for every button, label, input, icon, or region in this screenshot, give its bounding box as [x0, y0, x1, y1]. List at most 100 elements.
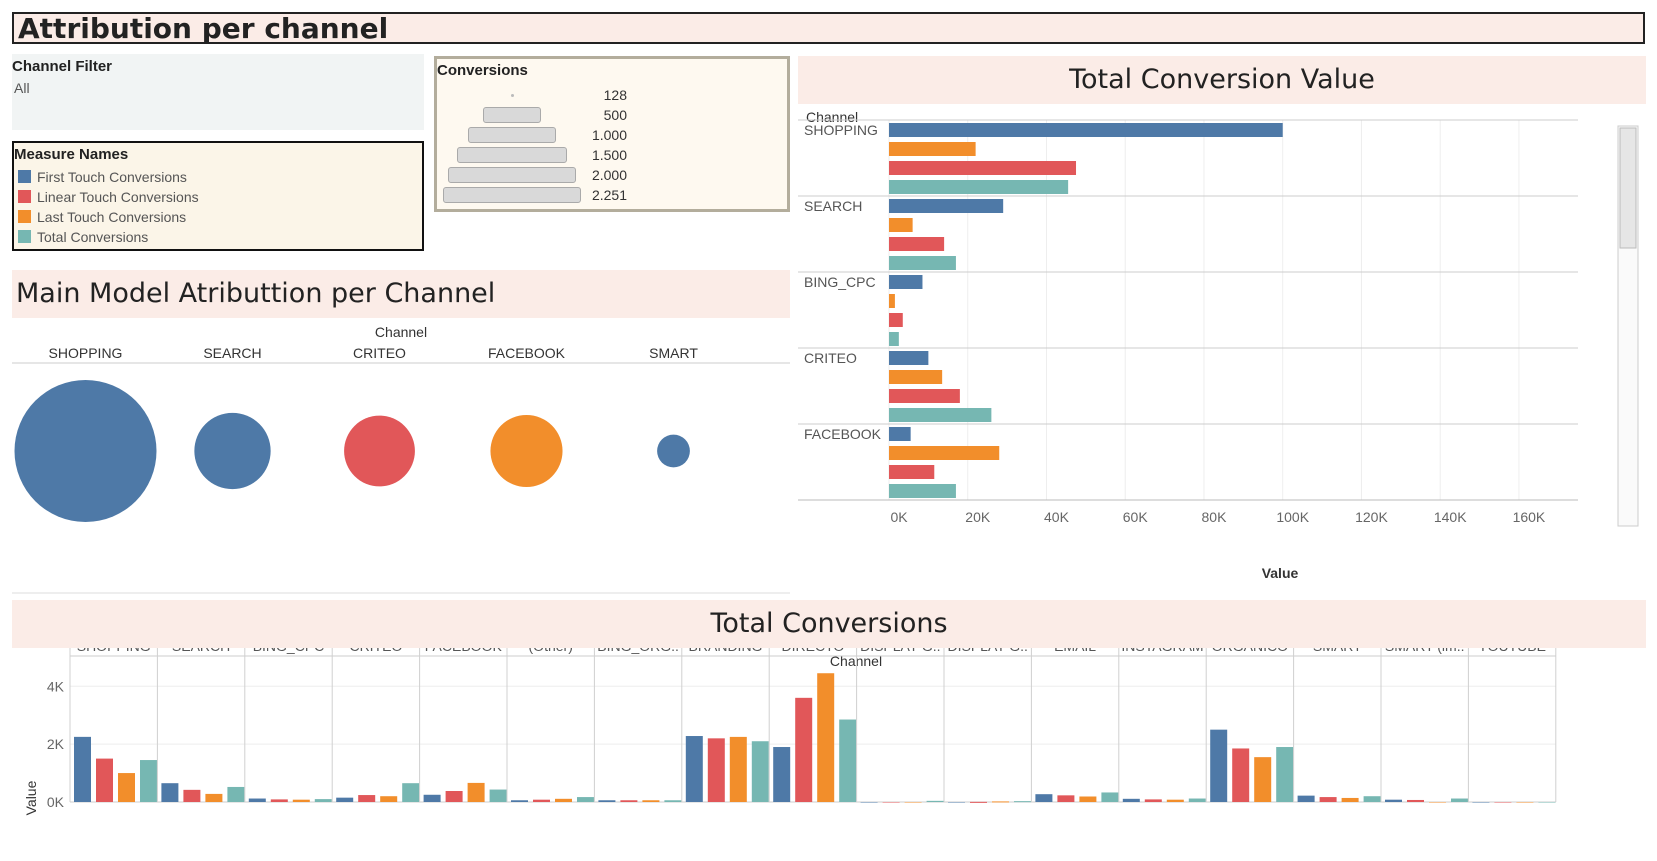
- tc-bar[interactable]: [598, 800, 616, 802]
- tc-bar[interactable]: [358, 795, 376, 802]
- tc-bar[interactable]: [926, 800, 944, 802]
- tc-bar[interactable]: [118, 773, 135, 802]
- tc-bar[interactable]: [839, 719, 857, 802]
- tc-bar[interactable]: [707, 738, 725, 802]
- tc-bar[interactable]: [620, 800, 638, 802]
- tc-bar[interactable]: [642, 800, 660, 802]
- tcv-bar[interactable]: [889, 408, 992, 422]
- tcv-bar[interactable]: [889, 351, 929, 365]
- tc-bar[interactable]: [1407, 799, 1424, 802]
- tc-bar[interactable]: [860, 802, 878, 803]
- tcv-bar[interactable]: [889, 161, 1077, 175]
- tcv-bar[interactable]: [889, 256, 956, 270]
- tc-bar[interactable]: [1429, 802, 1446, 803]
- tcv-bar[interactable]: [889, 465, 935, 479]
- tcv-bar[interactable]: [889, 389, 960, 403]
- tc-bar[interactable]: [140, 760, 157, 802]
- tc-bar[interactable]: [533, 799, 550, 802]
- tc-bar[interactable]: [1035, 794, 1053, 802]
- tc-bar[interactable]: [96, 758, 113, 802]
- tc-bar[interactable]: [1057, 795, 1075, 802]
- tc-bar[interactable]: [1014, 801, 1031, 803]
- tc-bar[interactable]: [1341, 797, 1359, 802]
- bubble-mark[interactable]: [344, 415, 415, 487]
- tc-bar[interactable]: [729, 736, 747, 802]
- tc-bar[interactable]: [795, 697, 813, 802]
- tc-bar[interactable]: [183, 789, 201, 802]
- tc-bar[interactable]: [511, 800, 528, 802]
- legend-item-linear-touch[interactable]: Linear Touch Conversions: [18, 187, 199, 207]
- tc-bar[interactable]: [1538, 802, 1556, 803]
- tcv-bar[interactable]: [889, 199, 1004, 213]
- tc-bar[interactable]: [664, 800, 682, 802]
- tc-bar[interactable]: [1319, 797, 1337, 802]
- tc-bar[interactable]: [205, 793, 223, 802]
- tc-bar[interactable]: [948, 802, 965, 803]
- tc-bar[interactable]: [380, 796, 398, 802]
- legend-item-last-touch[interactable]: Last Touch Conversions: [18, 207, 186, 227]
- tc-bar[interactable]: [1210, 729, 1228, 802]
- tcv-bar[interactable]: [889, 142, 976, 156]
- tc-bar[interactable]: [336, 797, 354, 802]
- tc-bar[interactable]: [248, 798, 266, 802]
- tc-bar[interactable]: [1276, 747, 1294, 802]
- tc-bar[interactable]: [489, 789, 507, 802]
- tc-bar[interactable]: [970, 801, 987, 803]
- tcv-bar[interactable]: [889, 332, 899, 346]
- tc-bar[interactable]: [161, 783, 179, 802]
- tc-bar[interactable]: [685, 736, 703, 802]
- tc-bar[interactable]: [1079, 796, 1097, 802]
- tc-bar[interactable]: [1188, 798, 1206, 802]
- tc-bar[interactable]: [1254, 757, 1272, 802]
- tc-bar[interactable]: [467, 782, 485, 802]
- tc-bar[interactable]: [227, 786, 245, 802]
- tc-bar[interactable]: [1451, 798, 1468, 802]
- bubble-mark[interactable]: [14, 380, 157, 522]
- tc-bar[interactable]: [904, 802, 922, 803]
- tcv-bar[interactable]: [889, 123, 1283, 137]
- tcv-scrollbar-thumb[interactable]: [1619, 127, 1637, 249]
- tc-bar[interactable]: [1472, 802, 1490, 803]
- bubble-mark[interactable]: [194, 412, 271, 490]
- tcv-bar[interactable]: [889, 370, 943, 384]
- tc-bar[interactable]: [1166, 799, 1184, 802]
- tc-bar[interactable]: [1516, 802, 1534, 803]
- tc-bar[interactable]: [1232, 748, 1250, 802]
- tc-bar[interactable]: [74, 736, 91, 802]
- tc-bar[interactable]: [1494, 802, 1512, 803]
- channel-filter-value[interactable]: All: [14, 80, 30, 96]
- tc-bar[interactable]: [314, 799, 332, 802]
- tc-bar[interactable]: [270, 799, 288, 802]
- tc-bar[interactable]: [555, 798, 572, 802]
- legend-item-first-touch[interactable]: First Touch Conversions: [18, 167, 187, 187]
- tc-bar[interactable]: [1363, 796, 1381, 802]
- tcv-bar[interactable]: [889, 446, 1000, 460]
- tc-bar[interactable]: [1122, 798, 1140, 802]
- tc-bar[interactable]: [292, 799, 310, 802]
- tcv-bar[interactable]: [889, 294, 895, 308]
- tcv-bar[interactable]: [889, 484, 956, 498]
- tc-bar[interactable]: [773, 747, 791, 802]
- tc-bar[interactable]: [1144, 799, 1162, 802]
- tc-bar[interactable]: [1385, 799, 1402, 802]
- tc-bar[interactable]: [445, 791, 463, 802]
- bubble-mark[interactable]: [657, 434, 690, 468]
- tcv-bar[interactable]: [889, 275, 923, 289]
- tc-bar[interactable]: [751, 741, 769, 802]
- channel-filter[interactable]: Channel Filter All: [12, 54, 424, 130]
- tc-bar[interactable]: [1101, 792, 1119, 802]
- tcv-bar[interactable]: [889, 427, 911, 441]
- tc-bar[interactable]: [882, 802, 900, 803]
- tc-bar[interactable]: [992, 801, 1009, 803]
- tcv-bar[interactable]: [889, 218, 913, 232]
- tcv-bar[interactable]: [889, 180, 1069, 194]
- bubble-mark[interactable]: [490, 414, 563, 488]
- tc-bar[interactable]: [817, 673, 835, 802]
- tcv-bar[interactable]: [889, 313, 903, 327]
- tc-bar[interactable]: [402, 783, 420, 802]
- legend-item-total[interactable]: Total Conversions: [18, 227, 148, 247]
- tc-bar[interactable]: [1297, 795, 1315, 802]
- tcv-bar[interactable]: [889, 237, 945, 251]
- tc-bar[interactable]: [423, 794, 441, 802]
- tc-bar[interactable]: [577, 797, 594, 802]
